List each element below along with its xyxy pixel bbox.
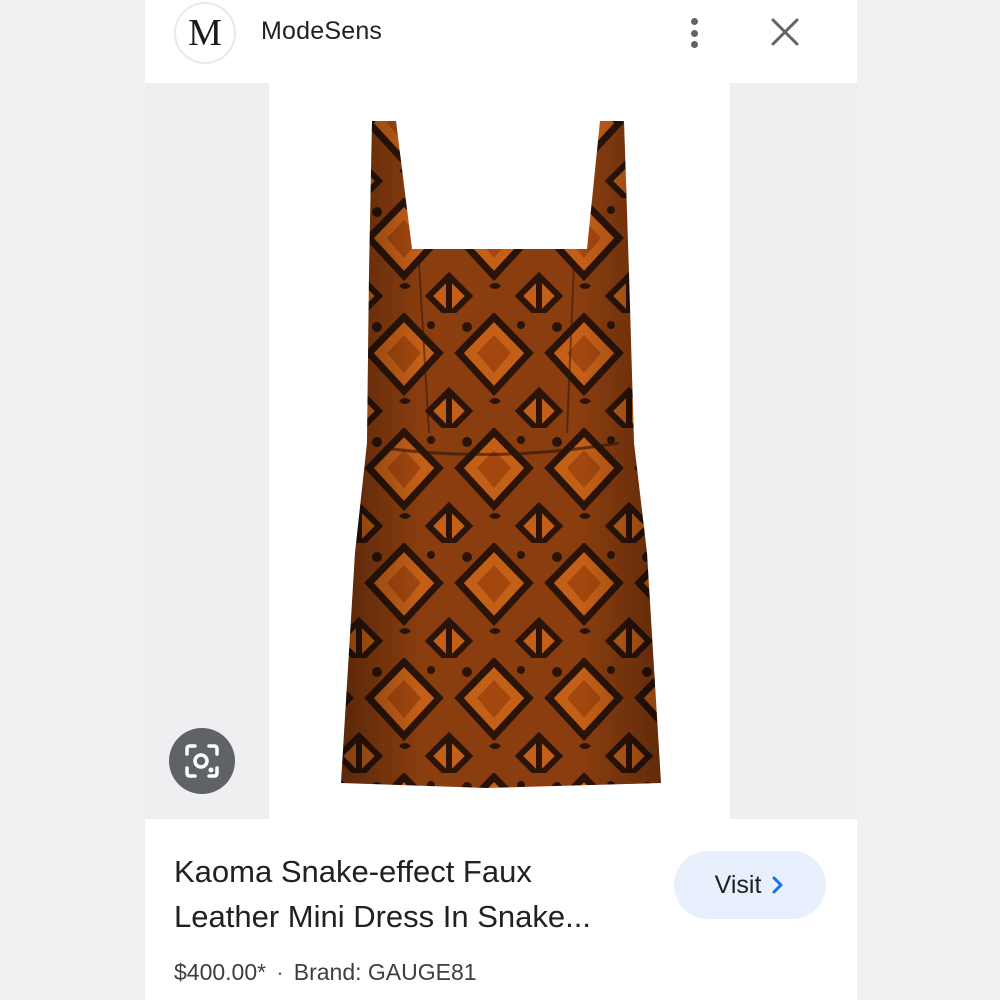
background-right — [857, 0, 1000, 1000]
more-vert-icon[interactable] — [682, 15, 706, 51]
visit-label: Visit — [714, 870, 762, 899]
product-title-line2: Leather Mini Dress In Snake... — [174, 899, 591, 934]
visit-button[interactable]: Visit — [674, 851, 826, 919]
meta-separator: · — [276, 959, 284, 985]
image-viewer — [145, 83, 857, 819]
chevron-right-icon — [772, 876, 783, 894]
product-price: $400.00* — [174, 959, 267, 985]
product-title[interactable]: Kaoma Snake-effect Faux Leather Mini Dre… — [174, 849, 654, 939]
card-header: M ModeSens — [145, 0, 857, 83]
site-name[interactable]: ModeSens — [261, 17, 382, 46]
product-brand: Brand: GAUGE81 — [293, 959, 477, 985]
product-info: Kaoma Snake-effect Faux Leather Mini Dre… — [145, 819, 857, 1000]
site-logo-letter: M — [188, 12, 222, 54]
close-icon[interactable] — [769, 16, 801, 48]
product-title-line1: Kaoma Snake-effect Faux — [174, 854, 532, 889]
google-lens-icon[interactable] — [169, 728, 235, 794]
product-meta: $400.00* · Brand: GAUGE81 — [174, 959, 477, 986]
image-panel-left — [145, 83, 269, 819]
product-image[interactable] — [269, 83, 730, 819]
result-card: M ModeSens Kaoma Snake-effect Faux Leath… — [145, 0, 857, 1000]
background-left — [0, 0, 145, 1000]
image-panel-right — [730, 83, 857, 819]
site-logo[interactable]: M — [174, 2, 236, 64]
